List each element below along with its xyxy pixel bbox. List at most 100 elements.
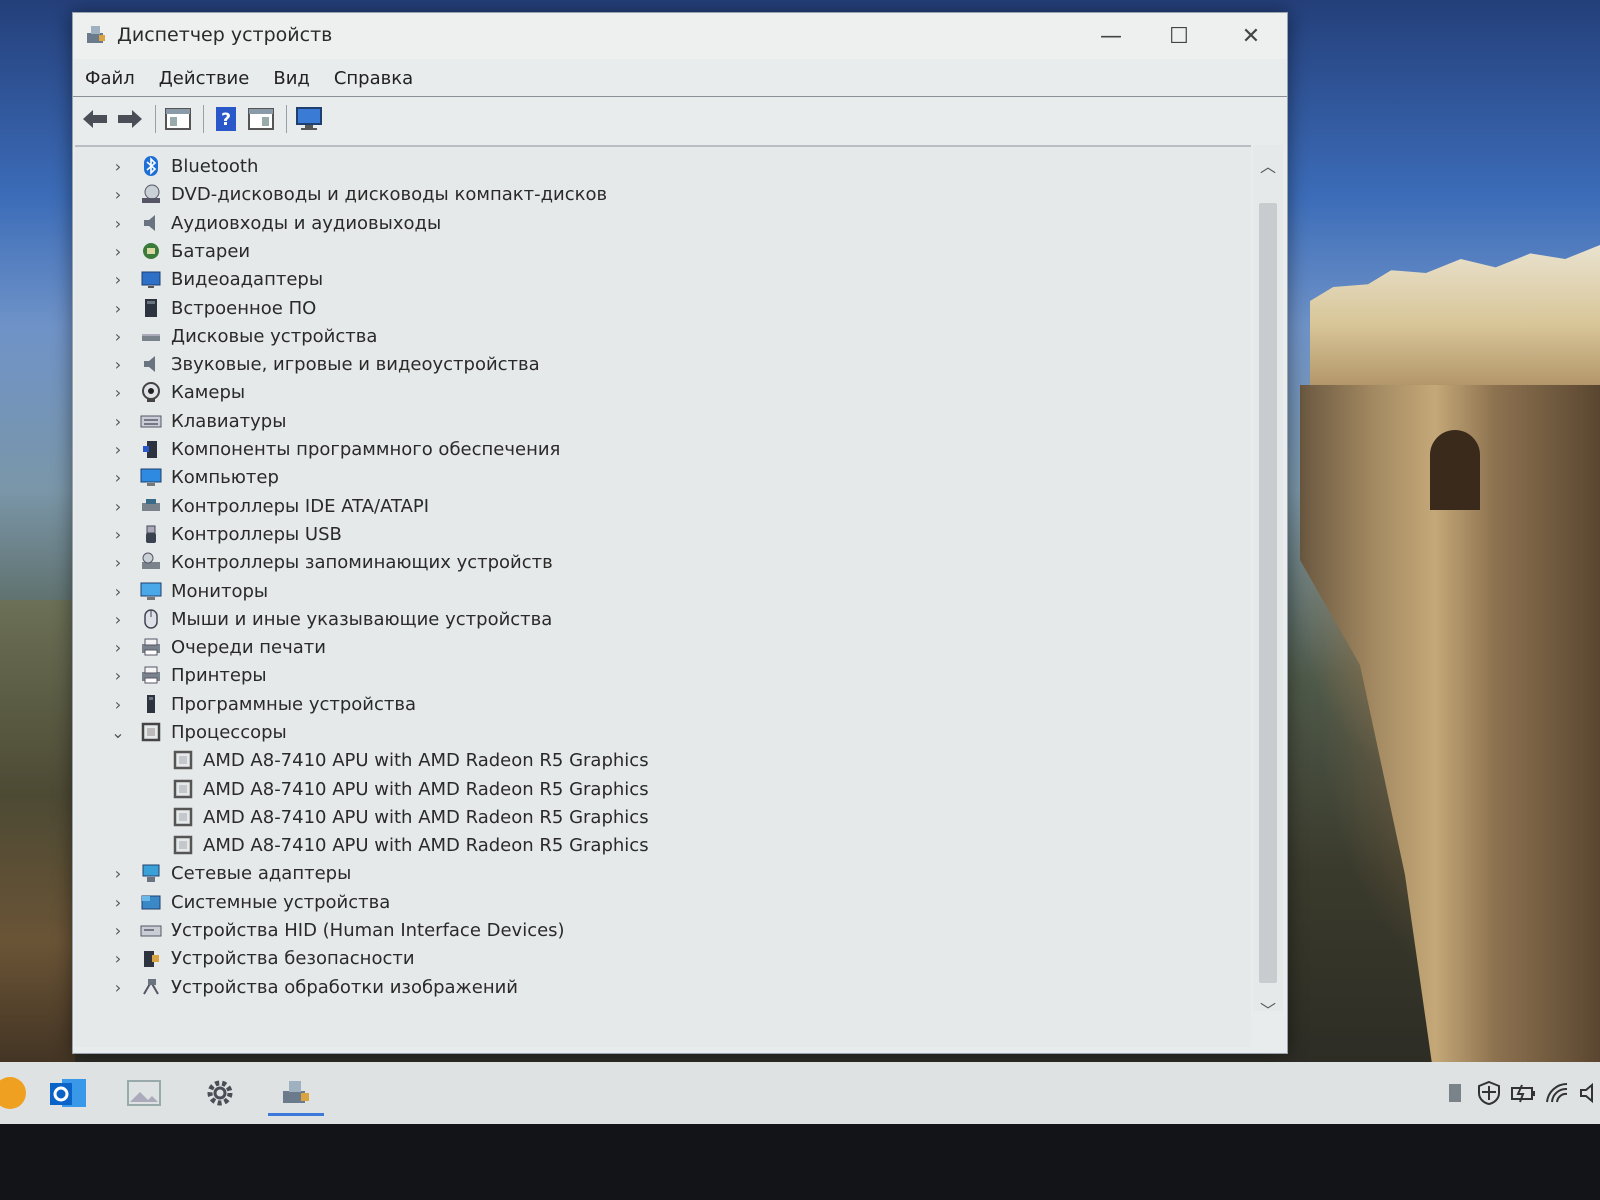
chevron-right-icon[interactable]: ›: [109, 666, 127, 685]
tree-category-row[interactable]: › Контроллеры USB: [109, 521, 342, 547]
battery-icon: [139, 239, 163, 263]
menu-file[interactable]: Файл: [73, 68, 147, 89]
device-manager-taskbar-icon[interactable]: [268, 1070, 324, 1116]
photos-icon[interactable]: [116, 1070, 172, 1116]
tree-category-row[interactable]: › Камеры: [109, 379, 245, 405]
chevron-right-icon[interactable]: ›: [109, 978, 127, 997]
bluetooth-icon: [139, 154, 163, 178]
title-bar[interactable]: Диспетчер устройств — ☐ ✕: [73, 13, 1287, 59]
minimize-button[interactable]: —: [1081, 19, 1141, 53]
chevron-right-icon[interactable]: ›: [109, 695, 127, 714]
chevron-right-icon[interactable]: ›: [109, 270, 127, 289]
tree-category-row[interactable]: › Контроллеры запоминающих устройств: [109, 549, 553, 575]
chevron-right-icon[interactable]: ›: [109, 525, 127, 544]
tree-category-row[interactable]: › DVD-дисководы и дисководы компакт-диско…: [109, 181, 607, 207]
tree-category-label: Программные устройства: [171, 693, 417, 715]
tree-category-row[interactable]: › Устройства обработки изображений: [109, 974, 518, 1000]
partial-app-icon[interactable]: [0, 1070, 38, 1116]
toolbar-divider: [155, 105, 156, 133]
tree-category-row[interactable]: › Мыши и иные указывающие устройства: [109, 606, 553, 632]
tree-category-row[interactable]: › Встроенное ПО: [109, 295, 317, 321]
monitor-scan-icon[interactable]: [293, 103, 325, 135]
menu-help[interactable]: Справка: [322, 68, 425, 89]
chevron-right-icon[interactable]: ›: [109, 949, 127, 968]
chevron-right-icon[interactable]: ›: [109, 582, 127, 601]
tree-category-row[interactable]: › Мониторы: [109, 578, 268, 604]
show-hidden-icon[interactable]: [245, 103, 277, 135]
chevron-right-icon[interactable]: ›: [109, 921, 127, 940]
tree-device-row[interactable]: AMD A8-7410 APU with AMD Radeon R5 Graph…: [171, 832, 649, 858]
chevron-right-icon[interactable]: ›: [109, 412, 127, 431]
tree-category-label: Камеры: [171, 381, 246, 403]
help-icon[interactable]: ?: [210, 103, 242, 135]
tree-category-row[interactable]: › Устройства HID (Human Interface Devices…: [109, 917, 565, 943]
settings-gear-icon[interactable]: [192, 1070, 248, 1116]
menu-view[interactable]: Вид: [261, 68, 322, 89]
bezel: [0, 1124, 1600, 1200]
tree-category-row[interactable]: › Компоненты программного обеспечения: [109, 436, 561, 462]
imaging-device-icon: [139, 975, 163, 999]
chevron-right-icon[interactable]: ›: [109, 864, 127, 883]
chevron-down-icon[interactable]: ⌄: [109, 723, 127, 742]
defender-shield-icon[interactable]: [1476, 1080, 1502, 1106]
chevron-right-icon[interactable]: ›: [109, 638, 127, 657]
tree-category-row[interactable]: › Контроллеры IDE ATA/ATAPI: [109, 493, 429, 519]
tree-device-row[interactable]: AMD A8-7410 APU with AMD Radeon R5 Graph…: [171, 804, 649, 830]
close-button[interactable]: ✕: [1221, 19, 1281, 53]
audio-io-icon: [139, 211, 163, 235]
back-arrow-icon[interactable]: [79, 103, 111, 135]
chevron-right-icon[interactable]: ›: [109, 157, 127, 176]
chevron-right-icon[interactable]: ›: [109, 299, 127, 318]
scroll-thumb[interactable]: [1259, 203, 1277, 983]
tree-device-row[interactable]: AMD A8-7410 APU with AMD Radeon R5 Graph…: [171, 747, 649, 773]
maximize-button[interactable]: ☐: [1149, 19, 1209, 53]
tree-category-row[interactable]: › Звуковые, игровые и видеоустройства: [109, 351, 540, 377]
chevron-right-icon[interactable]: ›: [109, 553, 127, 572]
tree-category-row[interactable]: › Видеоадаптеры: [109, 266, 323, 292]
tree-category-row[interactable]: › Дисковые устройства: [109, 323, 378, 349]
tree-category-label: Мыши и иные указывающие устройства: [171, 608, 553, 630]
forward-arrow-icon[interactable]: [114, 103, 146, 135]
tree-category-row[interactable]: › Принтеры: [109, 662, 267, 688]
device-manager-app-icon: [85, 23, 107, 45]
display-adapter-icon: [139, 267, 163, 291]
tree-category-label: Встроенное ПО: [171, 297, 317, 319]
wifi-icon[interactable]: [1544, 1080, 1570, 1106]
tree-category-row[interactable]: › Клавиатуры: [109, 408, 287, 434]
tree-device-row[interactable]: AMD A8-7410 APU with AMD Radeon R5 Graph…: [171, 776, 649, 802]
battery-charging-icon[interactable]: [1510, 1080, 1536, 1106]
volume-icon[interactable]: [1576, 1080, 1600, 1106]
chevron-right-icon[interactable]: ›: [109, 383, 127, 402]
chevron-right-icon[interactable]: ›: [109, 242, 127, 261]
chevron-right-icon[interactable]: ›: [109, 893, 127, 912]
tree-category-row[interactable]: › Очереди печати: [109, 634, 326, 660]
system-device-icon: [139, 890, 163, 914]
chevron-right-icon[interactable]: ›: [109, 440, 127, 459]
vertical-scrollbar[interactable]: ︿ ﹀: [1253, 145, 1283, 1020]
chevron-right-icon[interactable]: ›: [109, 468, 127, 487]
scroll-down-arrow-icon[interactable]: ﹀: [1253, 997, 1283, 1020]
chevron-right-icon[interactable]: ›: [109, 185, 127, 204]
tree-category-row[interactable]: ⌄ Процессоры: [109, 719, 287, 745]
tree-category-row[interactable]: › Аудиовходы и аудиовыходы: [109, 210, 441, 236]
tree-category-row[interactable]: › Батареи: [109, 238, 250, 264]
properties-icon[interactable]: [162, 103, 194, 135]
tree-category-row[interactable]: › Программные устройства: [109, 691, 416, 717]
chevron-right-icon[interactable]: ›: [109, 214, 127, 233]
tree-category-row[interactable]: › Сетевые адаптеры: [109, 860, 352, 886]
tree-category-row[interactable]: › Bluetooth: [109, 153, 259, 179]
chevron-right-icon[interactable]: ›: [109, 327, 127, 346]
scroll-up-arrow-icon[interactable]: ︿: [1253, 153, 1283, 176]
menu-action[interactable]: Действие: [147, 68, 262, 89]
chevron-right-icon[interactable]: ›: [109, 497, 127, 516]
chevron-right-icon[interactable]: ›: [109, 355, 127, 374]
tree-category-row[interactable]: › Устройства безопасности: [109, 945, 415, 971]
tree-category-row[interactable]: › Компьютер: [109, 464, 279, 490]
outlook-icon[interactable]: [40, 1070, 96, 1116]
tree-category-label: Процессоры: [171, 721, 287, 743]
chevron-right-icon[interactable]: ›: [109, 610, 127, 629]
tray-flag-icon[interactable]: [1442, 1080, 1468, 1106]
network-adapter-icon: [139, 861, 163, 885]
tree-category-label: Устройства обработки изображений: [171, 976, 518, 998]
tree-category-row[interactable]: › Системные устройства: [109, 889, 390, 915]
